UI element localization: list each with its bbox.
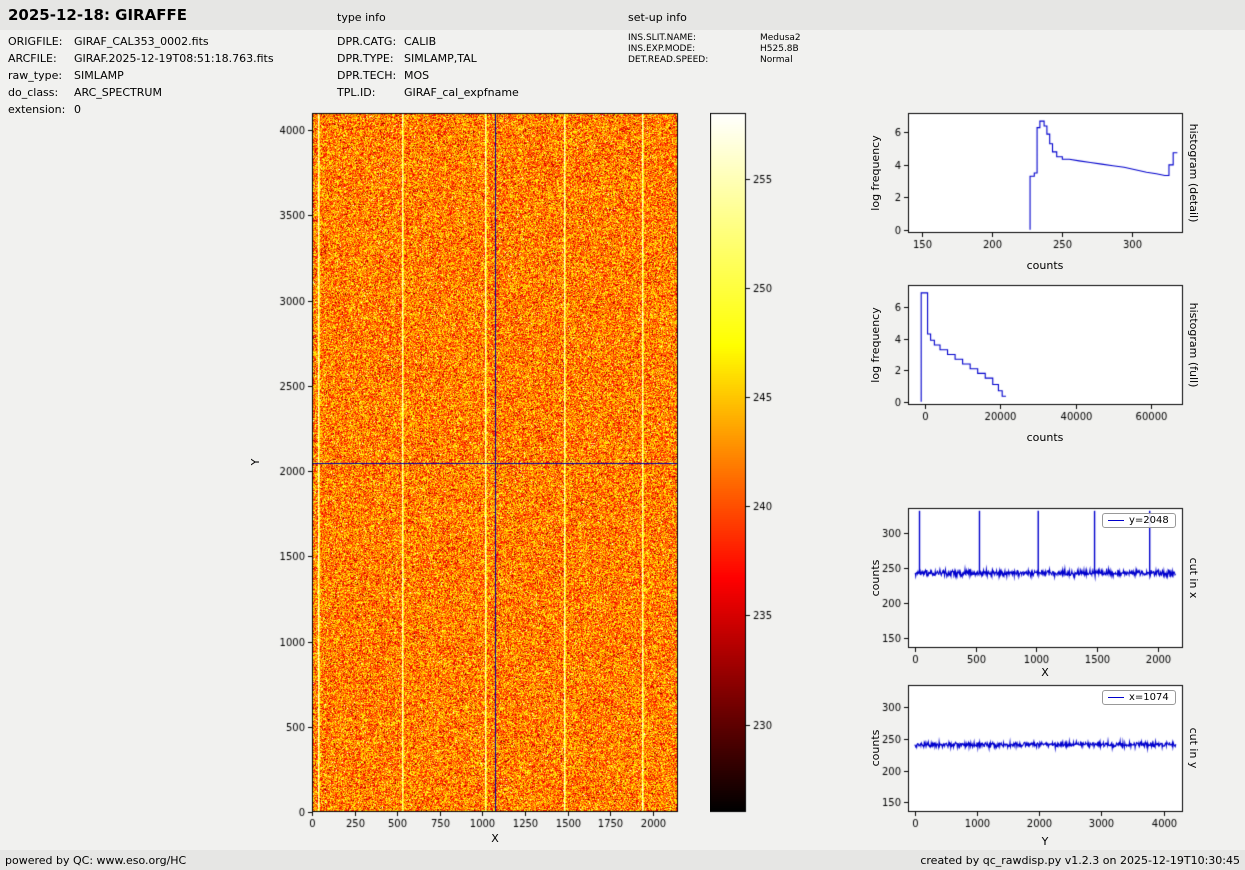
info-label: ARCFILE: xyxy=(8,52,57,65)
main-y-axis-label: Y xyxy=(249,458,262,466)
info-value: 0 xyxy=(74,103,81,116)
info-value: GIRAF_CAL353_0002.fits xyxy=(74,35,209,48)
hist-detail-y-label: log frequency xyxy=(869,135,882,211)
info-value: SIMLAMP,TAL xyxy=(404,52,477,65)
info-label: INS.SLIT.NAME: xyxy=(628,33,697,43)
info-label: extension: xyxy=(8,103,66,116)
cut-y-legend-label: x=1074 xyxy=(1129,692,1169,703)
hist-full-canvas xyxy=(858,277,1198,432)
info-label: do_class: xyxy=(8,86,59,99)
setup-info-row: INS.EXP.MODE: H525.8B xyxy=(628,44,801,55)
file-info-row: extension: 0 xyxy=(8,101,274,118)
info-label: DPR.TYPE: xyxy=(337,52,394,65)
type-info-row: DPR.CATG: CALIB xyxy=(337,33,519,50)
setup-info-block: INS.SLIT.NAME: Medusa2 INS.EXP.MODE: H525.… xyxy=(628,33,801,66)
info-label: INS.EXP.MODE: xyxy=(628,44,696,54)
info-value: Normal xyxy=(760,55,793,65)
legend-line-icon xyxy=(1108,697,1124,698)
info-label: DET.READ.SPEED: xyxy=(628,55,709,65)
hist-detail-side-label: histogram (detail) xyxy=(1187,123,1200,223)
hist-detail-x-label: counts xyxy=(1026,259,1064,272)
setup-info-row: DET.READ.SPEED: Normal xyxy=(628,55,801,66)
raw-image-canvas xyxy=(240,105,710,865)
setup-info-row: INS.SLIT.NAME: Medusa2 xyxy=(628,33,801,44)
file-info-row: do_class: ARC_SPECTRUM xyxy=(8,84,274,101)
info-label: DPR.CATG: xyxy=(337,35,397,48)
cut-y-x-label: Y xyxy=(1041,835,1049,848)
info-value: MOS xyxy=(404,69,430,82)
hist-full-y-label: log frequency xyxy=(869,307,882,383)
hist-detail-canvas xyxy=(858,105,1198,260)
cut-y-legend: x=1074 xyxy=(1102,690,1176,705)
hist-full-side-label: histogram (full) xyxy=(1187,302,1200,388)
info-value: CALIB xyxy=(404,35,437,48)
cut-x-y-label: counts xyxy=(869,559,882,597)
info-value: GIRAF_cal_expfname xyxy=(404,86,519,99)
qc-report-page: 2025-12-18: GIRAFFE type info set-up inf… xyxy=(0,0,1245,870)
info-label: ORIGFILE: xyxy=(8,35,63,48)
footer-bar: powered by QC: www.eso.org/HC created by… xyxy=(0,850,1245,870)
file-info-row: ARCFILE: GIRAF.2025-12-19T08:51:18.763.fi… xyxy=(8,50,274,67)
page-title: 2025-12-18: GIRAFFE xyxy=(8,6,187,24)
colorbar-canvas xyxy=(710,105,800,865)
type-info-row: DPR.TECH: MOS xyxy=(337,67,519,84)
cut-x-x-label: X xyxy=(1041,666,1049,679)
type-info-heading: type info xyxy=(337,11,386,24)
cut-x-legend-label: y=2048 xyxy=(1129,515,1169,526)
file-info-row: ORIGFILE: GIRAF_CAL353_0002.fits xyxy=(8,33,274,50)
info-value: H525.8B xyxy=(760,44,799,54)
setup-info-heading: set-up info xyxy=(628,11,687,24)
cut-x-side-label: cut in x xyxy=(1187,557,1200,599)
info-label: raw_type: xyxy=(8,69,63,82)
cut-x-legend: y=2048 xyxy=(1102,513,1176,528)
footer-left-text: powered by QC: www.eso.org/HC xyxy=(5,853,187,867)
main-x-axis-label: X xyxy=(491,832,499,845)
footer-right-text: created by qc_rawdisp.py v1.2.3 on 2025-… xyxy=(920,853,1240,867)
info-label: TPL.ID: xyxy=(337,86,376,99)
cut-y-side-label: cut in y xyxy=(1187,727,1200,769)
type-info-row: DPR.TYPE: SIMLAMP,TAL xyxy=(337,50,519,67)
hist-full-x-label: counts xyxy=(1026,431,1064,444)
info-label: DPR.TECH: xyxy=(337,69,397,82)
info-value: ARC_SPECTRUM xyxy=(74,86,162,99)
cut-y-y-label: counts xyxy=(869,729,882,767)
info-value: Medusa2 xyxy=(760,33,801,43)
type-info-block: DPR.CATG: CALIB DPR.TYPE: SIMLAMP,TAL DPR.… xyxy=(337,33,519,101)
type-info-row: TPL.ID: GIRAF_cal_expfname xyxy=(337,84,519,101)
file-info-block: ORIGFILE: GIRAF_CAL353_0002.fits ARCFILE:… xyxy=(8,33,274,118)
info-value: SIMLAMP xyxy=(74,69,124,82)
file-info-row: raw_type: SIMLAMP xyxy=(8,67,274,84)
legend-line-icon xyxy=(1108,520,1124,521)
info-value: GIRAF.2025-12-19T08:51:18.763.fits xyxy=(74,52,274,65)
